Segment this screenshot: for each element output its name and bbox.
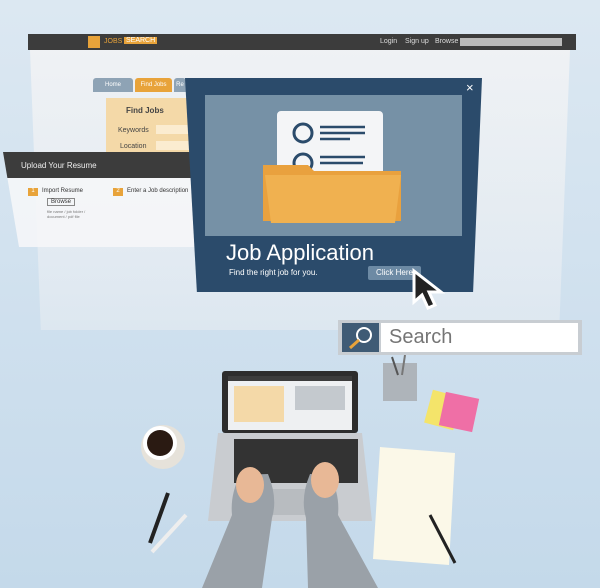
- site-search-input[interactable]: [460, 38, 562, 46]
- sticky-notes-icon: [424, 389, 480, 433]
- upload-resume-panel: Upload Your Resume 1 Import Resume Browse…: [3, 152, 203, 247]
- notepad-icon: [373, 447, 457, 565]
- find-jobs-title: Find Jobs: [126, 106, 164, 115]
- upload-hint: file name / job folder / document / pdf …: [47, 209, 86, 219]
- pen-holder-icon: [383, 355, 417, 401]
- magnifier-icon: [349, 327, 372, 350]
- tab-home[interactable]: Home: [93, 78, 133, 92]
- tab-find-jobs[interactable]: Find Jobs: [135, 78, 172, 92]
- step-number: 2: [113, 188, 123, 196]
- modal-title: Job Application: [226, 240, 374, 265]
- modal-illustration: [205, 95, 462, 236]
- pens-icon: [148, 492, 188, 554]
- cursor-icon: [412, 268, 446, 310]
- logo-text-jobs: JOBS: [104, 38, 123, 45]
- step2-label: Enter a Job description: [127, 188, 189, 194]
- location-input[interactable]: [156, 141, 190, 150]
- desk-scene: [141, 355, 480, 588]
- logo-icon: [88, 36, 100, 48]
- close-button[interactable]: ×: [466, 80, 474, 95]
- site-top-bar: JOBS SEARCH Login Sign up Browse: [28, 34, 576, 50]
- nav-login[interactable]: Login: [380, 38, 397, 45]
- logo-text-search: SEARCH: [124, 37, 158, 44]
- keywords-input[interactable]: [156, 125, 190, 134]
- search-input[interactable]: [381, 323, 578, 352]
- coffee-cup-icon: [141, 425, 185, 469]
- tab-truncated[interactable]: Re: [174, 78, 186, 92]
- keywords-label: Keywords: [118, 127, 149, 134]
- step-number: 1: [28, 188, 38, 196]
- browse-button[interactable]: Browse: [47, 198, 76, 206]
- nav-browse[interactable]: Browse: [435, 38, 458, 45]
- upload-title: Upload Your Resume: [3, 152, 203, 178]
- modal-subtitle: Find the right job for you.: [229, 268, 318, 277]
- location-label: Location: [120, 143, 147, 150]
- folder-checklist-icon: [263, 111, 401, 223]
- search-button[interactable]: [342, 323, 379, 352]
- nav-signup[interactable]: Sign up: [405, 38, 429, 45]
- step1-label: Import Resume: [42, 188, 84, 194]
